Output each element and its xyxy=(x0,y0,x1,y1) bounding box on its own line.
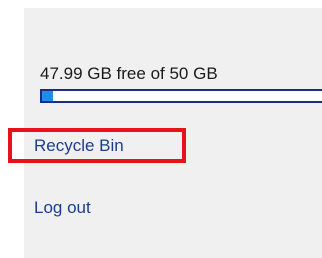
storage-usage-bar xyxy=(40,89,322,103)
storage-quota-text: 47.99 GB free of 50 GB xyxy=(40,64,218,83)
log-out-link[interactable]: Log out xyxy=(34,198,91,218)
storage-usage-fill xyxy=(42,91,54,101)
side-panel xyxy=(24,8,322,258)
recycle-bin-link[interactable]: Recycle Bin xyxy=(34,136,124,156)
